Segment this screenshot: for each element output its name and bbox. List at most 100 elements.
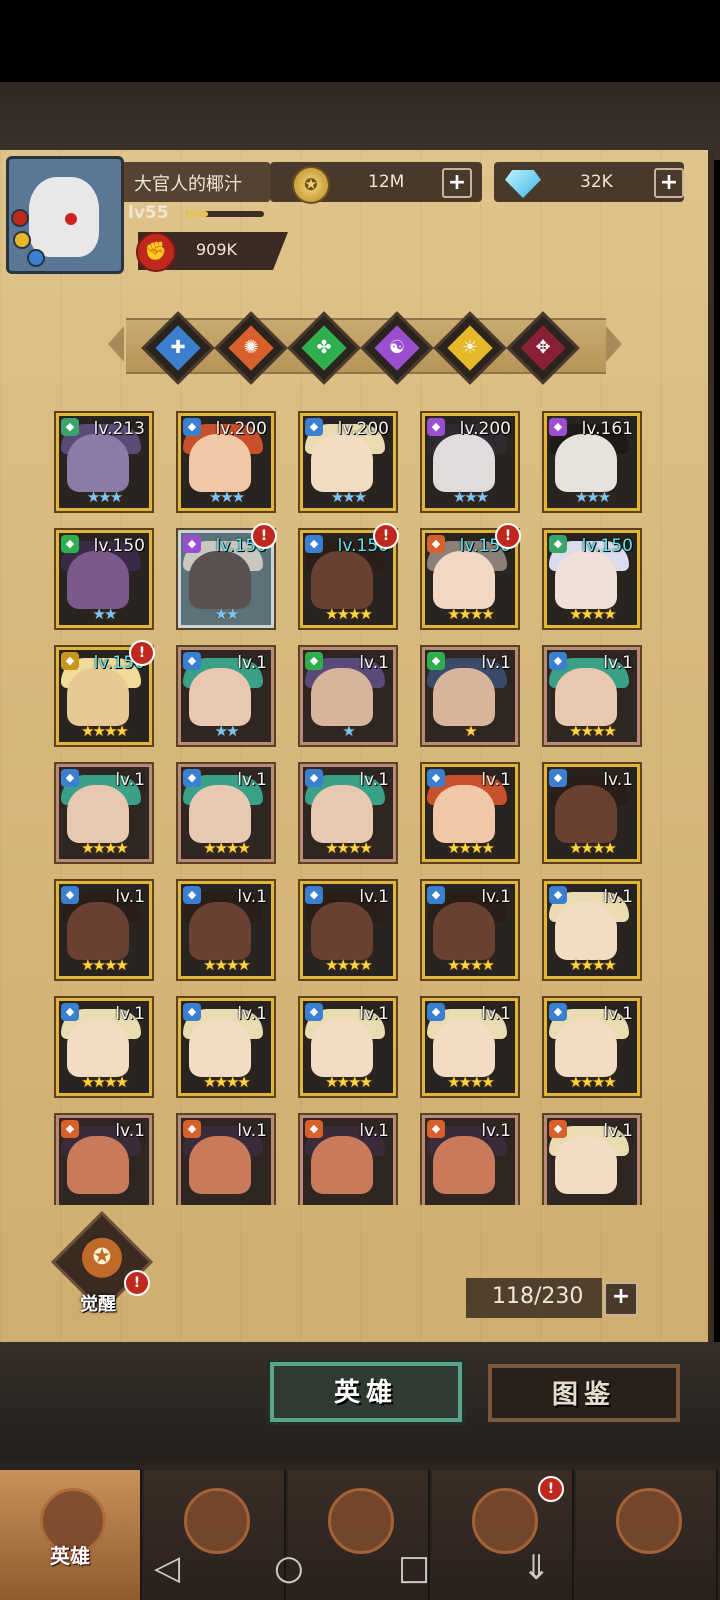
hero-card[interactable]: ◆ lv.150 ★★! bbox=[178, 523, 277, 628]
system-down-icon[interactable]: ⇓ bbox=[522, 1548, 551, 1588]
faction-icon-fill: ✥ bbox=[520, 325, 566, 371]
hero-card[interactable]: ◆ lv.150 ★★★★! bbox=[300, 523, 399, 628]
hero-card[interactable]: ◆ lv.1 ★★★★ bbox=[56, 998, 152, 1096]
avatar-gem-gold bbox=[13, 231, 31, 249]
hero-faction-icon: ◆ bbox=[61, 769, 79, 787]
hero-card[interactable]: ◆ lv.200 ★★★ bbox=[422, 413, 518, 511]
faction-icon-fill: ☯ bbox=[374, 325, 420, 371]
hero-stars: ★ bbox=[342, 722, 355, 740]
hero-faction-icon: ◆ bbox=[61, 1003, 79, 1021]
hero-level: lv.161 bbox=[581, 419, 633, 439]
hero-stars: ★★★★ bbox=[325, 1073, 373, 1091]
hero-level: lv.1 bbox=[115, 1121, 145, 1141]
hero-card[interactable]: ◆ lv.1 bbox=[56, 1115, 152, 1205]
hero-portrait bbox=[555, 551, 617, 609]
hero-card[interactable]: ◆ lv.1 ★★★★ bbox=[544, 647, 640, 745]
faction-left-arrow-icon[interactable] bbox=[108, 326, 124, 362]
hero-stars: ★★★★ bbox=[81, 956, 129, 974]
hero-portrait bbox=[311, 668, 373, 726]
hero-faction-icon: ◆ bbox=[183, 769, 201, 787]
hero-card[interactable]: ◆ lv.150 ★★★★ bbox=[544, 530, 640, 628]
add-gold-button[interactable]: + bbox=[442, 168, 472, 198]
hero-card[interactable]: ◆ lv.1 ★★★★ bbox=[422, 998, 518, 1096]
hero-card[interactable]: ◆ lv.1 ★★★★ bbox=[422, 881, 518, 979]
hero-faction-icon: ◆ bbox=[427, 769, 445, 787]
hero-card[interactable]: ◆ lv.1 ★★★★ bbox=[56, 764, 152, 862]
hero-portrait bbox=[189, 668, 251, 726]
hero-level: lv.213 bbox=[93, 419, 145, 439]
hero-portrait bbox=[189, 1019, 251, 1077]
hero-card[interactable]: ◆ lv.200 ★★★ bbox=[300, 413, 396, 511]
nav-heroes[interactable] bbox=[0, 1470, 142, 1600]
hero-card[interactable]: ◆ lv.161 ★★★ bbox=[544, 413, 640, 511]
system-back-icon[interactable]: ◁ bbox=[154, 1548, 180, 1588]
tab-codex-label: 图鉴 bbox=[551, 1380, 616, 1410]
hero-card[interactable]: ◆ lv.1 ★ bbox=[422, 647, 518, 745]
hero-card[interactable]: ◆ lv.1 ★★★★ bbox=[544, 881, 640, 979]
hero-card[interactable]: ◆ lv.150 ★★★★! bbox=[422, 523, 521, 628]
hero-card[interactable]: ◆ lv.1 ★ bbox=[300, 647, 396, 745]
hero-card[interactable]: ◆ lv.200 ★★★ bbox=[178, 413, 274, 511]
tab-heroes-label: 英雄 bbox=[333, 1378, 398, 1408]
hero-card[interactable]: ◆ lv.1 ★★★★ bbox=[544, 764, 640, 862]
hero-stars: ★★★★ bbox=[569, 605, 617, 623]
hero-card[interactable]: ◆ lv.150 ★★★★! bbox=[56, 640, 155, 745]
hero-card[interactable]: ◆ lv.1 ★★★★ bbox=[56, 881, 152, 979]
hero-level: lv.150 bbox=[93, 536, 145, 556]
hero-portrait bbox=[189, 902, 251, 960]
hero-portrait bbox=[433, 1019, 495, 1077]
hero-faction-icon: ◆ bbox=[183, 535, 201, 553]
hero-card[interactable]: ◆ lv.150 ★★ bbox=[56, 530, 152, 628]
faction-symbol: ✚ bbox=[170, 337, 186, 358]
hero-card[interactable]: ◆ lv.1 ★★★★ bbox=[300, 881, 396, 979]
hero-level: lv.1 bbox=[603, 1004, 633, 1024]
hero-faction-icon: ◆ bbox=[305, 1003, 323, 1021]
hero-card[interactable]: ◆ lv.213 ★★★ bbox=[56, 413, 152, 511]
hero-card[interactable]: ◆ lv.1 bbox=[178, 1115, 274, 1205]
hero-card[interactable]: ◆ lv.1 ★★★★ bbox=[300, 998, 396, 1096]
nav-guild[interactable] bbox=[576, 1470, 718, 1600]
hero-card[interactable]: ◆ lv.1 ★★★★ bbox=[178, 998, 274, 1096]
hero-level: lv.1 bbox=[359, 1121, 389, 1141]
hero-stars: ★★★ bbox=[452, 488, 489, 506]
system-recents-icon[interactable]: □ bbox=[398, 1548, 430, 1588]
avatar-gem-blue bbox=[27, 249, 45, 267]
hero-stars: ★★★★ bbox=[81, 722, 129, 740]
faction-right-arrow-icon[interactable] bbox=[606, 326, 622, 362]
add-diamond-button[interactable]: + bbox=[654, 168, 684, 198]
hero-stars: ★★★★ bbox=[203, 1073, 251, 1091]
hero-stars: ★★★★ bbox=[447, 605, 495, 623]
hero-faction-icon: ◆ bbox=[61, 418, 79, 436]
player-avatar[interactable] bbox=[6, 156, 124, 274]
hero-alert-badge: ! bbox=[129, 640, 155, 666]
hero-stars: ★★★★ bbox=[325, 605, 373, 623]
hero-stars: ★★★★ bbox=[447, 956, 495, 974]
hero-stars: ★★★★ bbox=[569, 839, 617, 857]
player-name: 大官人的椰汁 bbox=[134, 174, 242, 195]
hero-level: lv.200 bbox=[215, 419, 267, 439]
hero-portrait bbox=[433, 668, 495, 726]
expand-capacity-button[interactable]: + bbox=[604, 1282, 638, 1316]
hero-portrait bbox=[555, 902, 617, 960]
hero-portrait bbox=[555, 668, 617, 726]
hero-card[interactable]: ◆ lv.1 ★★★★ bbox=[178, 881, 274, 979]
hero-level: lv.1 bbox=[237, 1121, 267, 1141]
hero-card[interactable]: ◆ lv.1 ★★★★ bbox=[422, 764, 518, 862]
nav-castle[interactable]: ! bbox=[432, 1470, 574, 1600]
hero-portrait bbox=[67, 434, 129, 492]
awaken-icon: ✪ bbox=[82, 1237, 122, 1278]
hero-card[interactable]: ◆ lv.1 ★★★★ bbox=[300, 764, 396, 862]
hero-card[interactable]: ◆ lv.1 bbox=[300, 1115, 396, 1205]
system-home-icon[interactable]: ○ bbox=[274, 1548, 304, 1588]
hero-level: lv.1 bbox=[481, 1004, 511, 1024]
hero-card[interactable]: ◆ lv.1 ★★★★ bbox=[178, 764, 274, 862]
hero-level: lv.200 bbox=[459, 419, 511, 439]
hero-faction-icon: ◆ bbox=[183, 418, 201, 436]
hero-card[interactable]: ◆ lv.1 bbox=[422, 1115, 518, 1205]
hero-card[interactable]: ◆ lv.1 ★★ bbox=[178, 647, 274, 745]
player-level: lv55 bbox=[128, 203, 169, 223]
hero-level: lv.1 bbox=[115, 770, 145, 790]
hero-stars: ★★★★ bbox=[203, 839, 251, 857]
hero-card[interactable]: ◆ lv.1 ★★★★ bbox=[544, 998, 640, 1096]
hero-card[interactable]: ◆ lv.1 bbox=[544, 1115, 640, 1205]
